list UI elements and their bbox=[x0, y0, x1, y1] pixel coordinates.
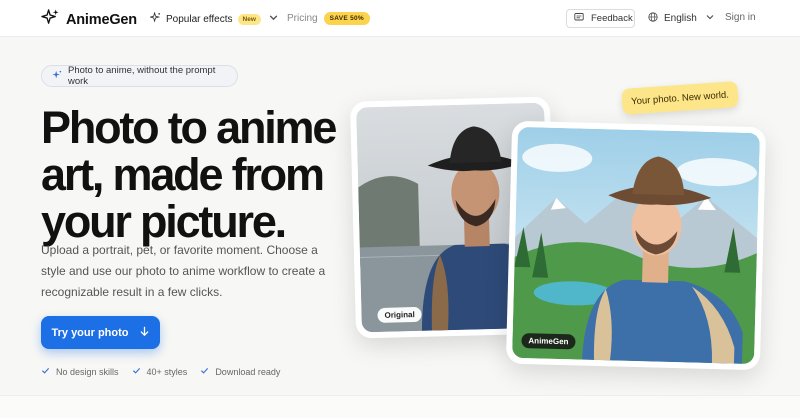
hero-title-line: Photo to anime bbox=[41, 102, 337, 153]
sign-in-link[interactable]: Sign in bbox=[725, 12, 756, 23]
section-divider bbox=[0, 395, 800, 418]
brand-logo[interactable]: AnimeGen bbox=[41, 8, 137, 32]
sticky-note: Your photo. New world. bbox=[621, 80, 739, 116]
feedback-button[interactable]: Feedback bbox=[566, 9, 635, 28]
arrow-down-icon bbox=[139, 326, 150, 340]
try-your-photo-button[interactable]: Try your photo bbox=[41, 316, 160, 349]
sparkles-icon bbox=[148, 11, 161, 26]
feature-label: Download ready bbox=[215, 366, 281, 377]
sparkles-icon bbox=[52, 70, 62, 83]
feature-label: No design skills bbox=[56, 366, 119, 377]
language-selector[interactable]: English bbox=[648, 12, 715, 25]
feedback-icon bbox=[574, 12, 584, 25]
save-badge: SAVE 50% bbox=[323, 12, 371, 25]
popular-effects-label: Popular effects bbox=[166, 13, 233, 25]
feature-list: No design skills 40+ styles Download rea… bbox=[41, 366, 280, 377]
hero-title-line: art, made from bbox=[41, 149, 325, 200]
top-navbar: AnimeGen Popular effects New Pricing SAV… bbox=[0, 0, 800, 37]
feature-item: 40+ styles bbox=[132, 366, 188, 377]
check-icon bbox=[41, 366, 50, 377]
pill-text: Photo to anime, without the prompt work bbox=[68, 65, 216, 87]
popular-effects-menu[interactable]: Popular effects New bbox=[148, 11, 279, 26]
feature-item: No design skills bbox=[41, 366, 119, 377]
chevron-down-icon bbox=[266, 12, 279, 26]
globe-icon bbox=[648, 12, 658, 25]
feature-label: 40+ styles bbox=[146, 366, 188, 377]
check-icon bbox=[132, 366, 141, 377]
hero-description: Upload a portrait, pet, or favorite mome… bbox=[41, 243, 326, 299]
hero-title: Photo to anime art, made from your pictu… bbox=[41, 104, 341, 245]
hero-title-line: your picture. bbox=[41, 196, 287, 247]
original-tag: Original bbox=[377, 306, 422, 324]
pricing-link[interactable]: Pricing SAVE 50% bbox=[287, 12, 371, 25]
hero-tagline-pill: Photo to anime, without the prompt work bbox=[41, 65, 238, 87]
cta-label: Try your photo bbox=[51, 326, 129, 339]
check-icon bbox=[200, 366, 209, 377]
feedback-label: Feedback bbox=[591, 13, 633, 24]
feature-item: Download ready bbox=[200, 366, 280, 377]
anime-result-image bbox=[512, 126, 760, 365]
sparkles-icon bbox=[41, 8, 60, 32]
anime-result-card: AnimeGen bbox=[505, 120, 767, 371]
pricing-label: Pricing bbox=[287, 13, 318, 24]
chevron-down-icon bbox=[703, 12, 715, 25]
language-label: English bbox=[664, 13, 697, 24]
anime-tag: AnimeGen bbox=[521, 333, 576, 350]
new-badge: New bbox=[237, 13, 261, 25]
brand-name: AnimeGen bbox=[66, 12, 137, 28]
